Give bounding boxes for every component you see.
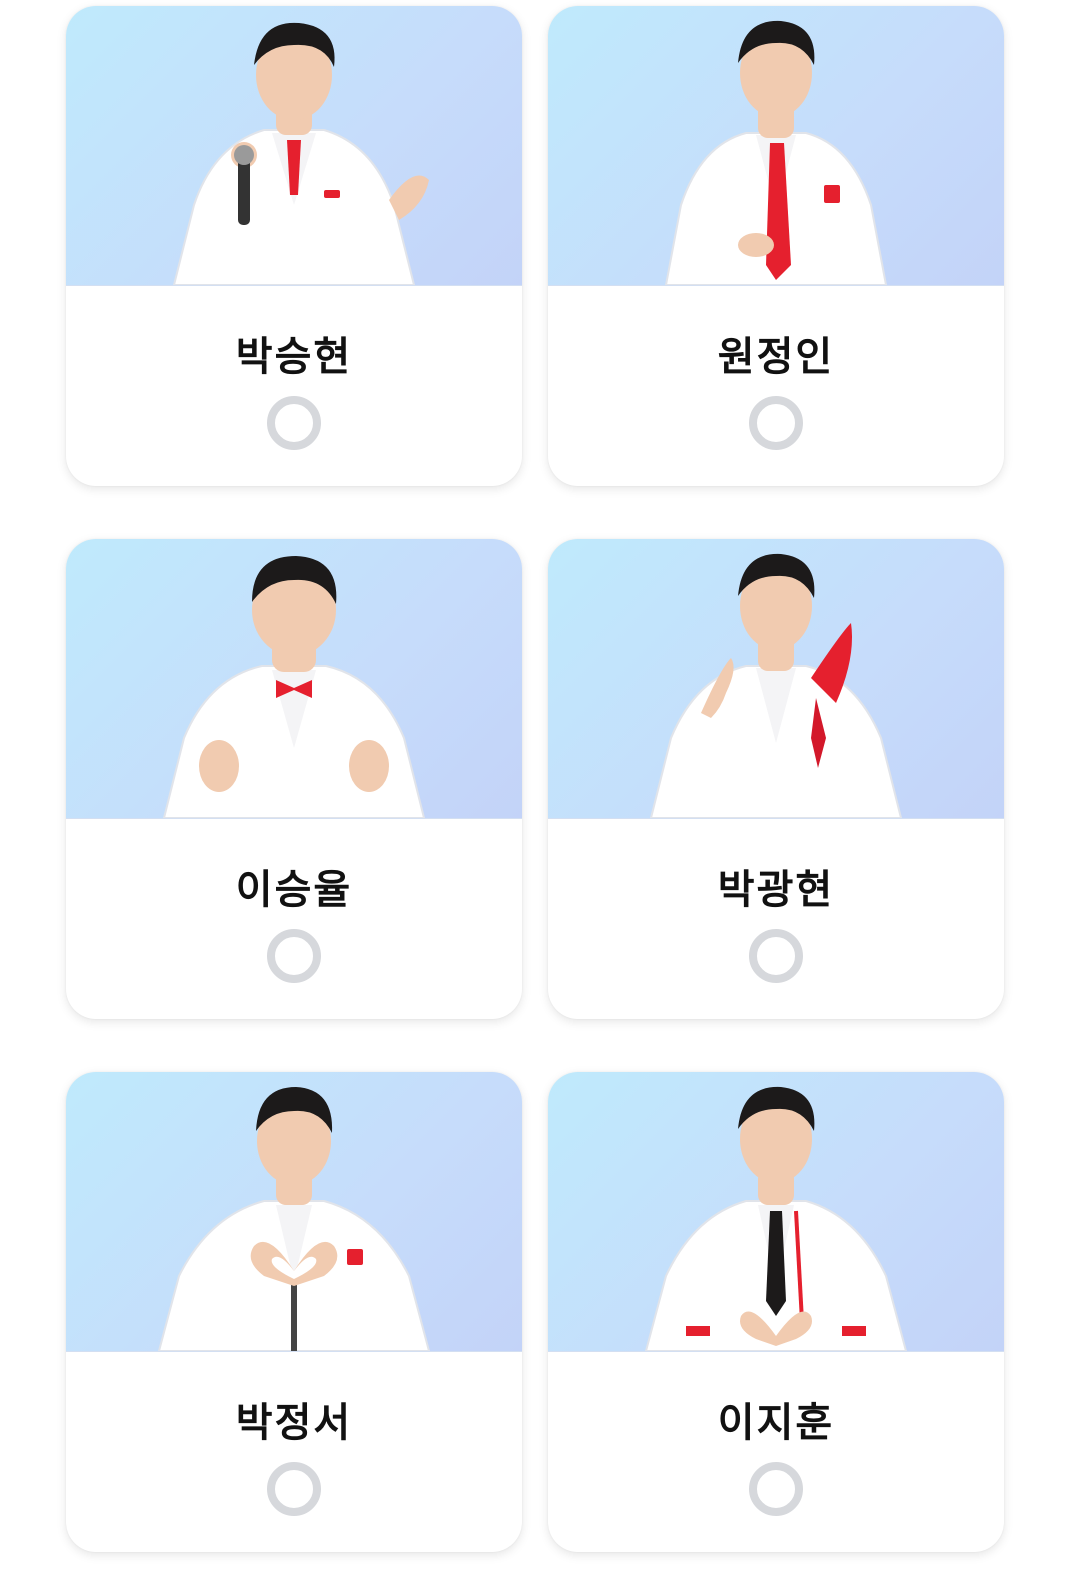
candidate-grid: 박승현 원정인 이승율 박광현 박정서 이지훈 <box>0 0 1080 1587</box>
vote-radio-button[interactable] <box>267 396 321 450</box>
candidate-name: 박광현 <box>717 867 835 913</box>
singer-portrait-image <box>157 1087 431 1351</box>
singer-portrait-image <box>664 20 888 285</box>
singer-portrait-image <box>644 1086 908 1351</box>
candidate-name: 원정인 <box>717 334 835 380</box>
vote-radio-button[interactable] <box>749 1462 803 1516</box>
vote-radio-button[interactable] <box>749 396 803 450</box>
candidate-card-5[interactable]: 박정서 <box>66 1072 522 1552</box>
candidate-card-1[interactable]: 박승현 <box>66 6 522 486</box>
vote-radio-button[interactable] <box>267 929 321 983</box>
candidate-photo <box>66 6 522 286</box>
candidate-name: 이승율 <box>235 867 353 913</box>
candidate-card-6[interactable]: 이지훈 <box>548 1072 1004 1552</box>
candidate-name: 박승현 <box>235 334 353 380</box>
candidate-photo <box>66 1072 522 1352</box>
candidate-photo <box>548 6 1004 286</box>
singer-portrait-image <box>649 553 903 818</box>
candidate-photo <box>66 539 522 819</box>
vote-radio-button[interactable] <box>749 929 803 983</box>
vote-radio-button[interactable] <box>267 1462 321 1516</box>
candidate-photo <box>548 539 1004 819</box>
candidate-card-4[interactable]: 박광현 <box>548 539 1004 1019</box>
singer-portrait-image <box>172 22 429 285</box>
candidate-photo <box>548 1072 1004 1352</box>
candidate-name: 이지훈 <box>717 1400 835 1446</box>
candidate-card-2[interactable]: 원정인 <box>548 6 1004 486</box>
candidate-card-3[interactable]: 이승율 <box>66 539 522 1019</box>
singer-portrait-image <box>162 556 426 818</box>
candidate-name: 박정서 <box>235 1400 353 1446</box>
